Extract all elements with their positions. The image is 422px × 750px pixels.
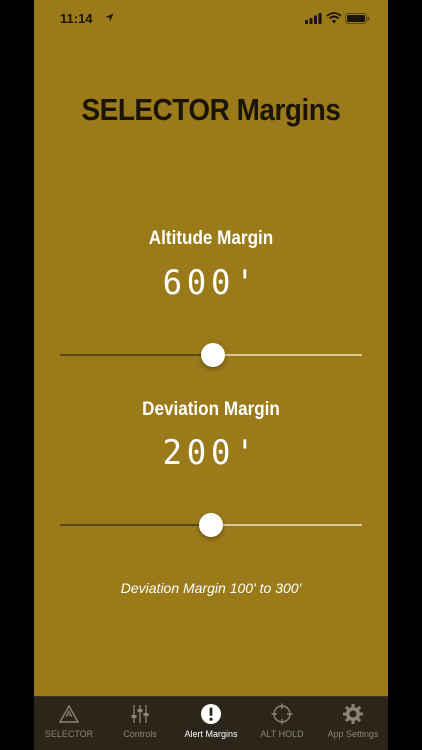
slider-fill xyxy=(60,524,211,526)
tab-selector[interactable]: SELECTOR xyxy=(34,697,104,750)
location-arrow-icon xyxy=(105,13,114,22)
gear-icon xyxy=(343,704,363,724)
warning-triangle-icon xyxy=(58,704,80,723)
deviation-margin-label: Deviation Margin xyxy=(142,399,280,420)
tab-controls[interactable]: Controls xyxy=(105,697,175,750)
slider-fill xyxy=(60,354,213,356)
tab-alert-margins[interactable]: Alert Margins xyxy=(176,697,246,750)
deviation-margin-slider[interactable] xyxy=(60,512,362,538)
status-bar: 11:14 xyxy=(34,0,388,38)
slider-thumb[interactable] xyxy=(199,513,223,537)
tab-label: Controls xyxy=(123,729,157,739)
wifi-icon xyxy=(326,12,342,24)
altitude-margin-label: Altitude Margin xyxy=(148,228,274,249)
sliders-icon xyxy=(131,705,149,723)
tab-label: SELECTOR xyxy=(44,729,94,739)
slider-thumb[interactable] xyxy=(200,343,225,367)
status-time: 11:14 xyxy=(60,11,93,26)
exclamation-circle-icon xyxy=(201,704,221,724)
deviation-range-note: Deviation Margin 100' to 300' xyxy=(120,580,302,596)
battery-icon xyxy=(345,13,370,24)
app-screen: 11:14 SELECTOR Margins Altitude Margin 6… xyxy=(34,0,388,750)
tab-label: App Settings xyxy=(327,729,379,739)
tab-alt-hold[interactable]: ALT HOLD xyxy=(247,697,317,750)
tab-app-settings[interactable]: App Settings xyxy=(318,697,388,750)
deviation-margin-value: 200' xyxy=(162,433,260,473)
cellular-signal-icon xyxy=(305,13,322,24)
tab-bar: SELECTOR Controls Alert Margins ALT HOLD… xyxy=(34,696,388,750)
page-title: SELECTOR Margins xyxy=(81,92,341,127)
tab-label: Alert Margins xyxy=(184,729,238,739)
altitude-margin-slider[interactable] xyxy=(60,342,362,368)
tab-label: ALT HOLD xyxy=(260,729,304,739)
altitude-margin-value: 600' xyxy=(162,263,260,303)
crosshair-icon xyxy=(271,703,293,725)
